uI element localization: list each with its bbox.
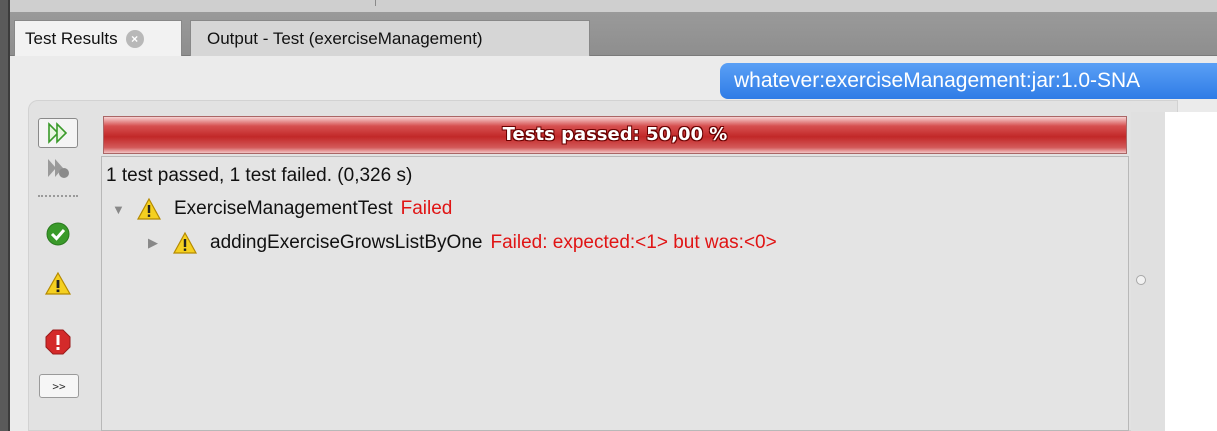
tab-output[interactable]: Output - Test (exerciseManagement) bbox=[190, 20, 590, 56]
warning-icon bbox=[172, 231, 198, 254]
rerun-icon bbox=[48, 122, 68, 144]
notch bbox=[375, 0, 376, 6]
test-suite-name: ExerciseManagementTest bbox=[174, 198, 393, 219]
tree-node-suite[interactable]: ▼ ExerciseManagementTest Failed bbox=[112, 197, 452, 221]
top-strip bbox=[10, 0, 1217, 12]
test-status: Failed bbox=[400, 198, 453, 219]
close-icon[interactable]: × bbox=[125, 29, 144, 48]
collapsed-triangle-icon[interactable]: ▶ bbox=[148, 235, 172, 251]
test-method-name: addingExerciseGrowsListByOne bbox=[210, 232, 483, 253]
more-button[interactable]: >> bbox=[39, 374, 79, 398]
window-edge bbox=[0, 0, 10, 431]
tab-label: Test Results bbox=[25, 28, 118, 48]
tree-node-test[interactable]: ▶ addingExerciseGrowsListByOne Failed: e… bbox=[148, 231, 777, 255]
show-passed-icon[interactable] bbox=[44, 220, 72, 248]
scrollbar-thumb[interactable] bbox=[1136, 275, 1146, 285]
side-area bbox=[1165, 112, 1217, 431]
rerun-failed-icon bbox=[48, 159, 69, 178]
rerun-failed-button[interactable] bbox=[38, 154, 78, 184]
results-tree: 1 test passed, 1 test failed. (0,326 s) … bbox=[101, 156, 1129, 431]
tab-bar: Test Results × Output - Test (exerciseMa… bbox=[10, 12, 1217, 56]
rerun-button[interactable] bbox=[38, 118, 78, 148]
results-summary: 1 test passed, 1 test failed. (0,326 s) bbox=[106, 165, 413, 186]
show-failures-icon[interactable] bbox=[44, 270, 72, 298]
progress-label: Tests passed: 50,00 % bbox=[502, 124, 728, 145]
scrollbar-track[interactable] bbox=[1131, 112, 1165, 431]
test-status: Failed: expected:<1> but was:<0> bbox=[490, 232, 777, 253]
warning-icon bbox=[136, 197, 162, 220]
progress-bar: Tests passed: 50,00 % bbox=[103, 116, 1127, 154]
expanded-triangle-icon[interactable]: ▼ bbox=[112, 202, 136, 217]
tab-test-results[interactable]: Test Results × bbox=[14, 20, 182, 56]
project-badge: whatever:exerciseManagement:jar:1.0-SNA bbox=[720, 63, 1217, 99]
show-errors-icon[interactable] bbox=[44, 328, 72, 356]
toolbar-separator bbox=[38, 195, 78, 199]
tab-label: Output - Test (exerciseManagement) bbox=[207, 28, 483, 48]
